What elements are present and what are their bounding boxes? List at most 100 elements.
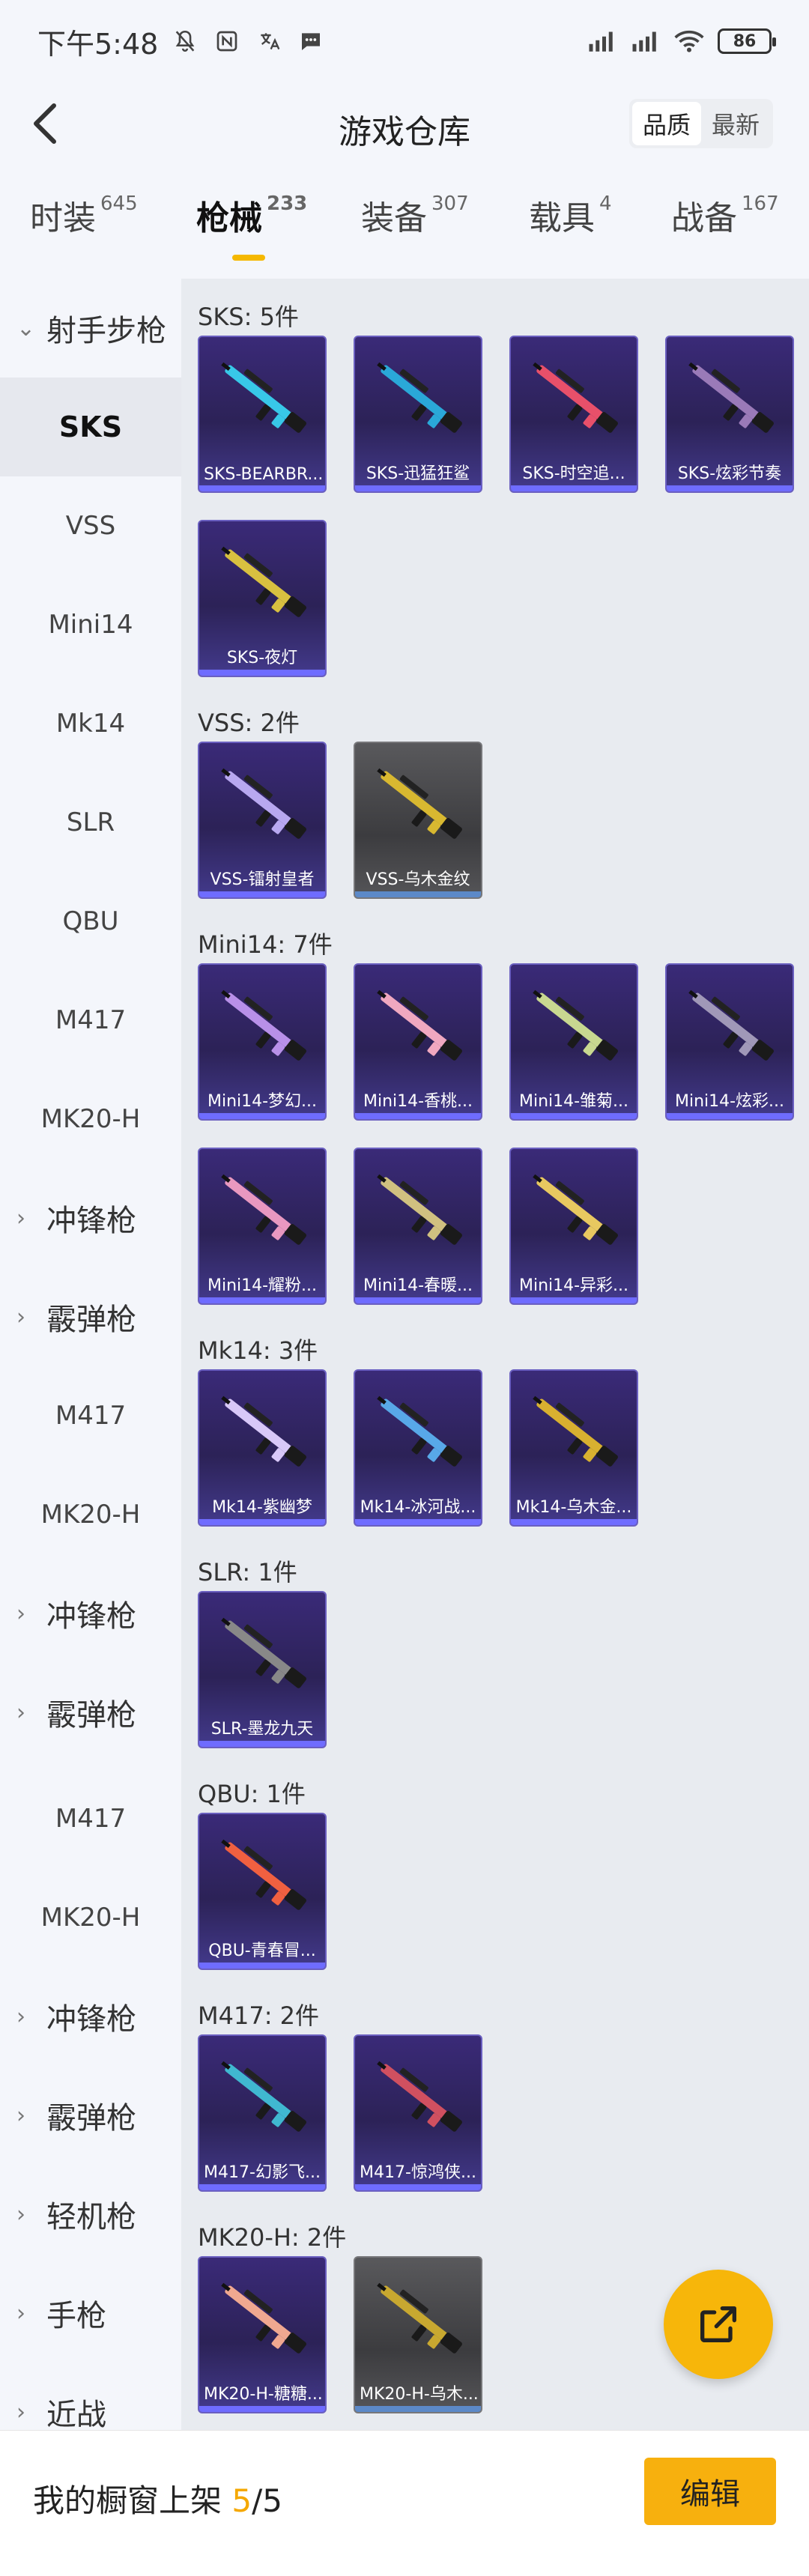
sidebar-group[interactable]: › 冲锋枪 [0, 1967, 181, 2066]
sidebar-item[interactable]: SKS [0, 378, 181, 476]
sidebar-item-label: M417 [55, 1401, 127, 1431]
section-title: Mk14: 3件 [198, 1336, 318, 1365]
rarity-bar [511, 1113, 637, 1119]
tab-equipment[interactable]: 装备 307 [361, 191, 469, 239]
sidebar-item[interactable]: Mini14 [0, 575, 181, 674]
sidebar-item[interactable]: MK20-H [0, 1070, 181, 1169]
chevron-right-icon: › [16, 2201, 25, 2228]
sidebar-item[interactable]: Mk14 [0, 674, 181, 773]
sidebar-item[interactable]: VSS [0, 476, 181, 575]
weapon-skin-name: Mini14-香桃... [363, 1092, 473, 1111]
sidebar-item[interactable]: M417 [0, 971, 181, 1070]
sidebar-item-label: SKS [58, 410, 123, 443]
weapon-skin-card[interactable]: Mini14-春暖... [354, 1148, 482, 1305]
weapon-skin-card[interactable]: Mk14-乌木金... [509, 1369, 638, 1527]
weapon-skin-card[interactable]: MK20-H-糖糖... [198, 2256, 327, 2413]
weapon-skin-name: Mk14-紫幽梦 [212, 1498, 312, 1517]
weapon-skin-card[interactable]: Mini14-梦幻... [198, 963, 327, 1121]
chevron-right-icon: › [16, 1699, 25, 1726]
weapon-skin-card[interactable]: QBU-青春冒... [198, 1813, 327, 1970]
rarity-bar [199, 1519, 325, 1525]
sidebar-item[interactable]: M417 [0, 1769, 181, 1868]
weapon-skin-card[interactable]: SKS-夜灯 [198, 520, 327, 677]
sidebar-item[interactable]: M417 [0, 1366, 181, 1465]
weapon-skin-card[interactable]: M417-惊鸿侠... [354, 2034, 482, 2192]
sidebar-group[interactable]: › 霰弹枪 [0, 1663, 181, 1762]
tab-supplies[interactable]: 战备 167 [671, 191, 779, 239]
weapon-skin-name: VSS-乌木金纹 [366, 870, 470, 889]
share-button[interactable] [664, 2270, 773, 2379]
rifle-icon [221, 546, 306, 617]
sidebar-group[interactable]: ⌄ 射手步枪 [0, 279, 181, 378]
sort-by-latest-button[interactable]: 最新 [701, 102, 770, 145]
weapon-skin-card[interactable]: VSS-镭射皇者 [198, 742, 327, 899]
weapon-skin-card[interactable]: SKS-迅猛狂鲨 [354, 336, 482, 493]
sidebar-group[interactable]: › 霰弹枪 [0, 2066, 181, 2165]
rifle-icon [377, 768, 462, 839]
tab-vehicles[interactable]: 载具 4 [529, 191, 612, 239]
chevron-right-icon: › [16, 2300, 25, 2327]
rarity-bar [355, 2406, 481, 2412]
rarity-bar [199, 1297, 325, 1303]
rarity-bar [199, 1741, 325, 1747]
sidebar-group[interactable]: › 霰弹枪 [0, 1267, 181, 1366]
showcase-status: 我的橱窗上架 5/5 [33, 2482, 282, 2519]
weapon-skin-name: SLR-墨龙九天 [210, 1720, 314, 1739]
weapon-skin-card[interactable]: SKS-时空追... [509, 336, 638, 493]
tab-fashion[interactable]: 时装 645 [30, 191, 138, 239]
sidebar-item-label: 霰弹枪 [46, 2101, 136, 2136]
weapon-skin-card[interactable]: Mini14-香桃... [354, 963, 482, 1121]
weapon-skin-card[interactable]: Mk14-冰河战... [354, 1369, 482, 1527]
sidebar-item-label: 冲锋枪 [46, 2002, 136, 2037]
section-title: MK20-H: 2件 [198, 2223, 347, 2252]
sidebar-group[interactable]: › 冲锋枪 [0, 1169, 181, 1267]
rifle-icon [221, 1839, 306, 1910]
weapon-skin-name: SKS-迅猛狂鲨 [366, 464, 470, 483]
weapon-skin-card[interactable]: SKS-BEARBR... [198, 336, 327, 493]
sidebar-item[interactable]: SLR [0, 773, 181, 872]
section-title: VSS: 2件 [198, 709, 300, 737]
rarity-bar [355, 1519, 481, 1525]
chevron-right-icon: › [16, 1303, 25, 1330]
section-title: M417: 2件 [198, 2001, 320, 2030]
weapon-skin-card[interactable]: VSS-乌木金纹 [354, 742, 482, 899]
signal-icon [587, 26, 617, 56]
sidebar-item-label: M417 [55, 1804, 127, 1834]
weapon-skin-card[interactable]: Mini14-异彩... [509, 1148, 638, 1305]
rifle-icon [533, 990, 618, 1061]
rarity-bar [199, 2406, 325, 2412]
sidebar-item[interactable]: QBU [0, 872, 181, 971]
tab-firearms[interactable]: 枪械 233 [196, 191, 307, 261]
sidebar-item[interactable]: MK20-H [0, 1868, 181, 1967]
weapon-skin-card[interactable]: Mini14-炫彩... [665, 963, 794, 1121]
external-link-icon [700, 2306, 736, 2342]
sidebar-item[interactable]: MK20-H [0, 1465, 181, 1564]
sidebar-item-label: 近战 [46, 2398, 106, 2432]
section-title: SLR: 1件 [198, 1558, 297, 1586]
weapon-skin-card[interactable]: Mini14-雏菊... [509, 963, 638, 1121]
message-icon [296, 26, 326, 56]
edit-button[interactable]: 编辑 [644, 2458, 776, 2525]
weapon-skin-name: SKS-时空追... [522, 464, 625, 483]
rifle-icon [533, 1395, 618, 1467]
section-title: SKS: 5件 [198, 303, 299, 331]
sidebar-group[interactable]: › 轻机枪 [0, 2165, 181, 2264]
sidebar-group[interactable]: › 手枪 [0, 2264, 181, 2363]
weapon-category-sidebar: ⌄ 射手步枪 SKS VSS Mini14 Mk14 SLR QBU M417 MK20-H › 冲锋… [0, 279, 181, 2432]
sidebar-item-label: 冲锋枪 [46, 1204, 136, 1238]
sidebar-group[interactable]: › 冲锋枪 [0, 1564, 181, 1663]
weapon-skin-card[interactable]: Mk14-紫幽梦 [198, 1369, 327, 1527]
weapon-skin-card[interactable]: MK20-H-乌木... [354, 2256, 482, 2413]
status-bar: 下午5:48 86 [0, 0, 809, 82]
sidebar-item-label: 冲锋枪 [46, 1599, 136, 1634]
weapon-skin-card[interactable]: M417-幻影飞... [198, 2034, 327, 2192]
showcase-current-count: 5 [231, 2482, 252, 2519]
rifle-icon [377, 1174, 462, 1245]
rifle-icon [377, 1395, 462, 1467]
sort-by-quality-button[interactable]: 品质 [632, 102, 701, 145]
weapon-skin-card[interactable]: SLR-墨龙九天 [198, 1591, 327, 1748]
weapon-skin-card[interactable]: Mini14-耀粉... [198, 1148, 327, 1305]
weapon-grid: SKS: 5件 SKS-BEARBR... SKS-迅猛狂鲨 SKS-时空追... SK… [181, 279, 809, 2430]
weapon-skin-card[interactable]: SKS-炫彩节奏 [665, 336, 794, 493]
rifle-icon [377, 2282, 462, 2354]
